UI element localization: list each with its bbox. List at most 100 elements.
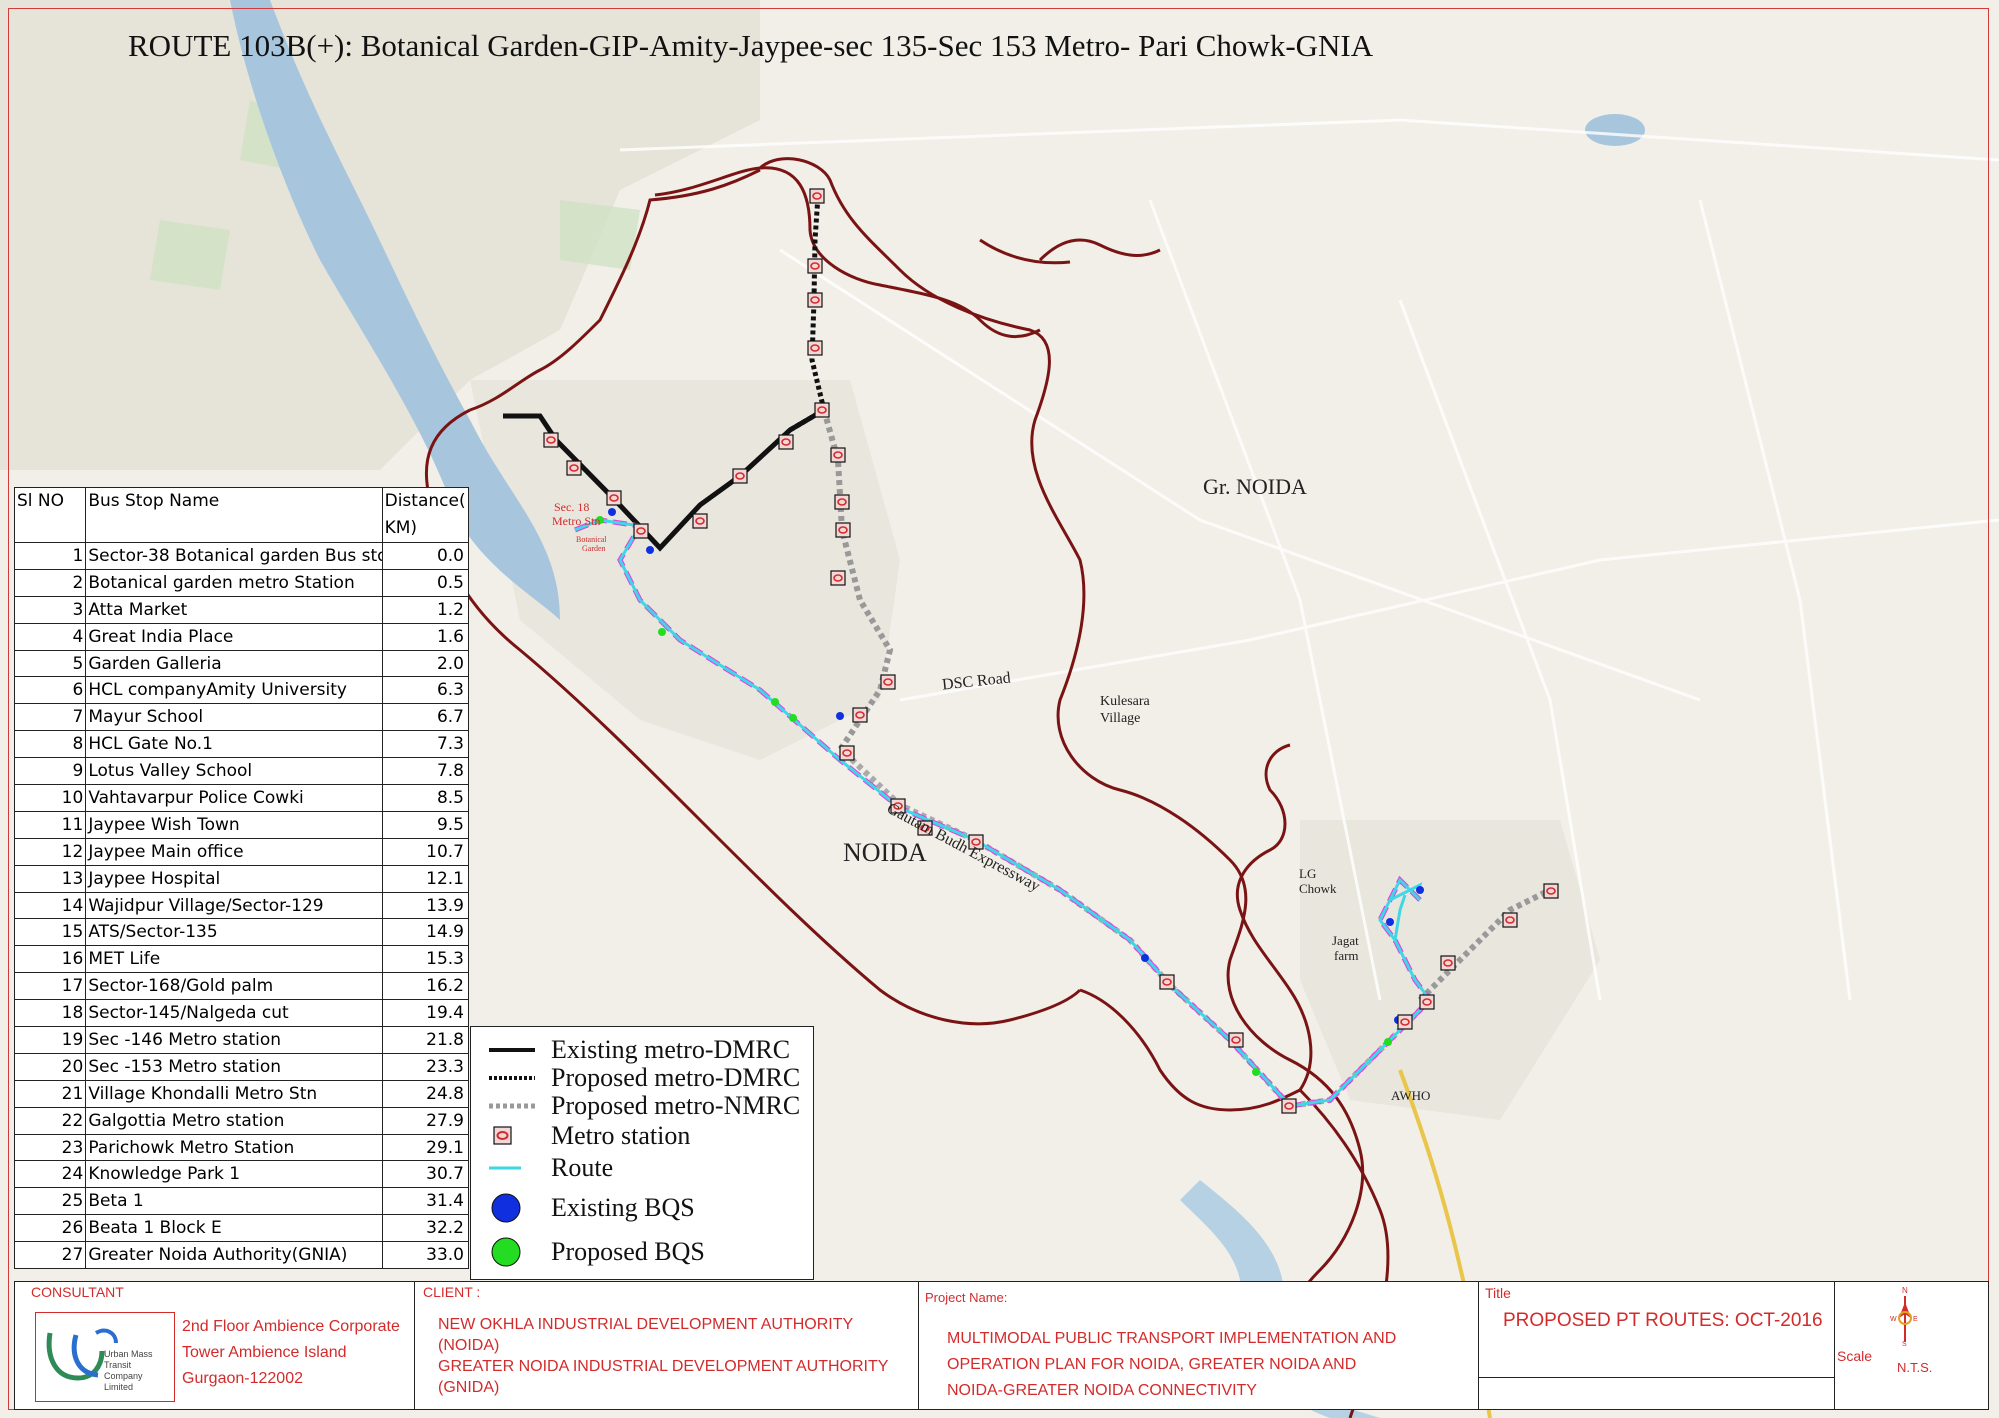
stop-number: 16 — [13, 945, 87, 974]
stop-name: Sec -146 Metro station — [85, 1026, 383, 1054]
metro-station-icon[interactable] — [1228, 1032, 1244, 1048]
metro-station-icon[interactable] — [1440, 955, 1456, 971]
table-row: 15 ATS/Sector-135 14.9 — [13, 918, 470, 947]
table-row: 7 Mayur School 6.7 — [13, 703, 470, 732]
stop-name: HCL Gate No.1 — [85, 730, 383, 759]
stop-number: 18 — [13, 999, 87, 1028]
metro-station-icon[interactable] — [852, 707, 868, 723]
stop-number: 17 — [13, 972, 87, 1001]
metro-station-icon[interactable] — [814, 402, 830, 418]
stop-name: Village Khondalli Metro Stn — [85, 1079, 383, 1108]
metro-station-icon[interactable] — [606, 490, 622, 506]
stop-number: 8 — [13, 730, 87, 759]
logo-text-line1: Urban Mass Transit — [104, 1349, 153, 1370]
stop-number: 1 — [13, 542, 87, 570]
table-row: 20 Sec -153 Metro station 23.3 — [13, 1052, 470, 1081]
table-row: 23 Parichowk Metro Station 29.1 — [13, 1133, 470, 1162]
stop-distance: 10.7 — [381, 837, 470, 866]
existing-bqs — [608, 508, 616, 516]
client-label: CLIENT : — [423, 1284, 481, 1300]
stop-distance: 6.3 — [381, 676, 470, 705]
metro-station-icon[interactable] — [1397, 1014, 1413, 1030]
legend-metro-station-label: Metro station — [551, 1121, 691, 1150]
stop-name: Greater Noida Authority(GNIA) — [85, 1241, 383, 1270]
metro-station-icon[interactable] — [1502, 912, 1518, 928]
metro-station-icon[interactable] — [809, 188, 825, 204]
metro-station-icon[interactable] — [880, 674, 896, 690]
stop-name: Sec -153 Metro station — [85, 1052, 383, 1081]
stop-distance: 15.3 — [381, 945, 470, 974]
green-circle-icon — [491, 1237, 521, 1267]
title-value: PROPOSED PT ROUTES: OCT-2016 — [1503, 1310, 1823, 1331]
table-row: 22 Galgottia Metro station 27.9 — [13, 1106, 470, 1135]
client-cell: CLIENT : NEW OKHLA INDUSTRIAL DEVELOPMEN… — [415, 1282, 919, 1409]
consultant-label: CONSULTANT — [31, 1284, 124, 1300]
label-gr-noida: Gr. NOIDA — [1203, 474, 1307, 499]
metro-station-icon[interactable] — [839, 745, 855, 761]
stop-distance: 27.9 — [381, 1106, 470, 1135]
table-row: 26 Beata 1 Block E 32.2 — [13, 1214, 470, 1243]
metro-station-icon[interactable] — [1159, 974, 1175, 990]
legend-proposed-nmrc-label: Proposed metro-NMRC — [551, 1091, 801, 1120]
table-row: 27 Greater Noida Authority(GNIA) 33.0 — [13, 1241, 470, 1270]
metro-station-icon[interactable] — [807, 340, 823, 356]
metro-station-icon[interactable] — [1543, 883, 1559, 899]
title-cell: Title PROPOSED PT ROUTES: OCT-2016 — [1479, 1282, 1835, 1409]
blue-circle-icon — [491, 1193, 521, 1223]
proposed-bqs — [658, 628, 666, 636]
metro-station-icon[interactable] — [633, 523, 649, 539]
stop-name: Vahtavarpur Police Cowki — [85, 784, 383, 812]
metro-station-icon[interactable] — [1281, 1098, 1297, 1114]
metro-station-icon[interactable] — [566, 460, 582, 476]
stop-number: 22 — [13, 1106, 87, 1135]
table-row: 5 Garden Galleria 2.0 — [13, 649, 470, 678]
metro-station-icon[interactable] — [732, 468, 748, 484]
stop-distance: 6.7 — [381, 703, 470, 732]
address-line1: 2nd Floor Ambience Corporate — [182, 1318, 400, 1335]
label-noida: NOIDA — [843, 838, 927, 867]
metro-station-icon[interactable] — [835, 522, 851, 538]
metro-station-icon[interactable] — [830, 447, 846, 463]
stop-name: Atta Market — [85, 595, 383, 624]
existing-bqs — [646, 546, 654, 554]
legend-route-label: Route — [551, 1153, 614, 1182]
table-row: 13 Jaypee Hospital 12.1 — [13, 864, 470, 893]
stop-number: 5 — [13, 649, 87, 678]
stop-name: Knowledge Park 1 — [85, 1160, 383, 1189]
stop-number: 11 — [13, 810, 87, 839]
legend-route: Route — [489, 1153, 613, 1183]
header-distance-line2: KM) — [384, 518, 418, 538]
svg-text:N: N — [1902, 1286, 1908, 1295]
stop-name: Jaypee Hospital — [85, 864, 383, 893]
table-row: 3 Atta Market 1.2 — [13, 595, 470, 624]
legend-proposed-nmrc: Proposed metro-NMRC — [489, 1091, 800, 1121]
stop-name: Mayur School — [85, 703, 383, 732]
table-row: 8 HCL Gate No.1 7.3 — [13, 730, 470, 759]
label-botanical-garden: Garden — [582, 544, 606, 553]
stop-distance: 7.8 — [381, 757, 470, 786]
metro-station-icon[interactable] — [778, 434, 794, 450]
metro-station-icon[interactable] — [807, 258, 823, 274]
stop-name: Sector-38 Botanical garden Bus stop — [85, 542, 383, 570]
stop-name: Beta 1 — [85, 1187, 383, 1216]
svg-text:E: E — [1913, 1316, 1918, 1323]
svg-text:S: S — [1902, 1341, 1907, 1346]
stop-distance: 0.0 — [381, 542, 470, 570]
stop-distance: 13.9 — [381, 891, 470, 920]
metro-station-icon[interactable] — [807, 292, 823, 308]
metro-station-icon[interactable] — [1419, 994, 1435, 1010]
metro-station-icon[interactable] — [543, 432, 559, 448]
project-text: MULTIMODAL PUBLIC TRANSPORT IMPLEMENTATI… — [947, 1326, 1396, 1404]
metro-station-icon[interactable] — [830, 570, 846, 586]
metro-station-icon[interactable] — [834, 494, 850, 510]
metro-station-icon[interactable] — [692, 513, 708, 529]
table-row: 11 Jaypee Wish Town 9.5 — [13, 810, 470, 839]
lake — [1585, 114, 1645, 146]
stop-name: Botanical garden metro Station — [85, 568, 383, 597]
stop-name: Great India Place — [85, 622, 383, 651]
table-row: 14 Wajidpur Village/Sector-129 13.9 — [13, 891, 470, 920]
proposed-bqs — [789, 714, 797, 722]
stop-distance: 32.2 — [381, 1214, 470, 1243]
client-line1: NEW OKHLA INDUSTRIAL DEVELOPMENT AUTHORI… — [438, 1316, 854, 1333]
stop-number: 15 — [13, 918, 87, 947]
